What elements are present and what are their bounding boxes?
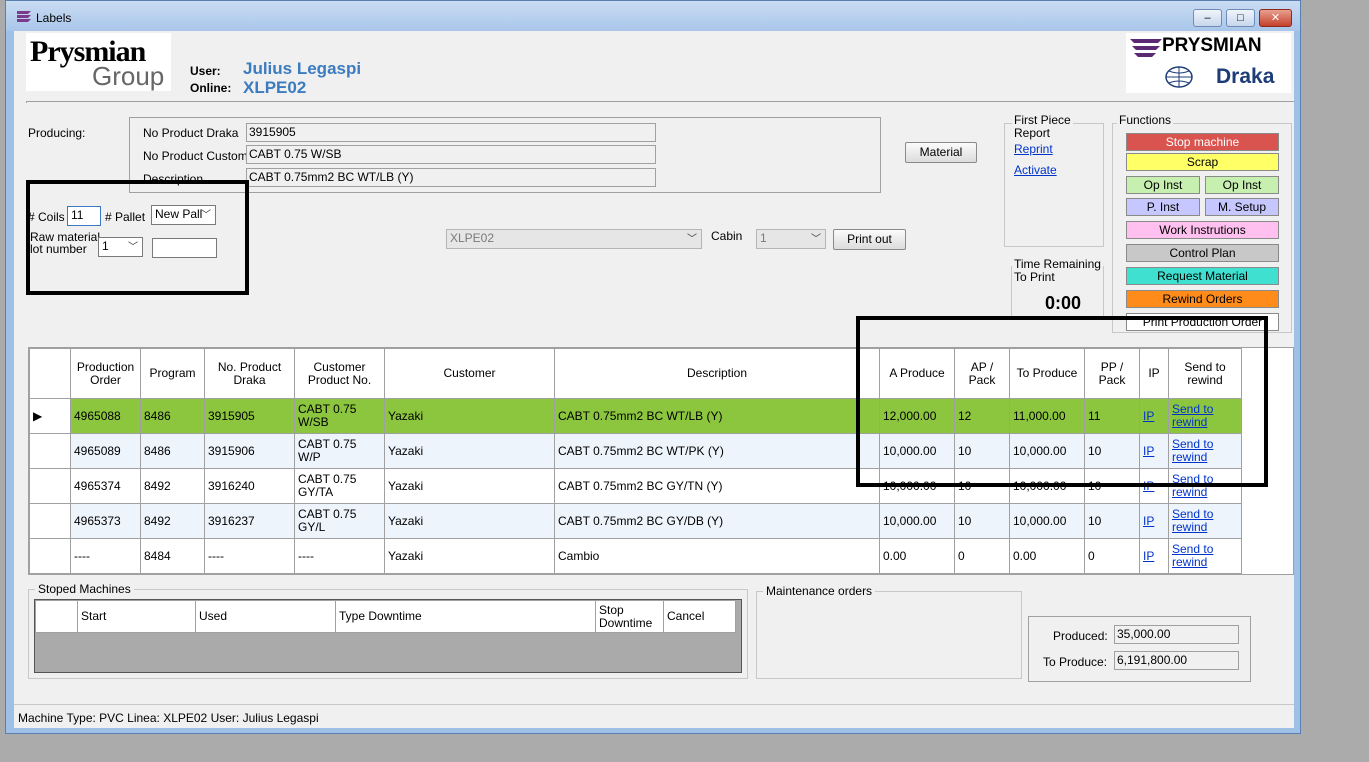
m-setup-button[interactable]: M. Setup bbox=[1205, 198, 1279, 216]
chevron-down-icon: ﹀ bbox=[811, 234, 821, 245]
online-label: Online: bbox=[190, 81, 232, 95]
cabin-label: Cabin bbox=[711, 229, 743, 243]
title-bar[interactable]: Labels – □ ✕ bbox=[6, 1, 1300, 31]
no-product-customer-label: No Product Customer bbox=[143, 149, 259, 163]
window-title: Labels bbox=[36, 11, 72, 25]
control-plan-button[interactable]: Control Plan bbox=[1126, 244, 1279, 262]
chevron-down-icon: ﹀ bbox=[687, 234, 697, 245]
minimize-button[interactable]: – bbox=[1193, 9, 1222, 27]
print-out-button[interactable]: Print out bbox=[833, 229, 906, 250]
prysmian-stripes-icon bbox=[1130, 39, 1162, 57]
cabin-select[interactable]: 1 ﹀ bbox=[756, 229, 826, 249]
table-row[interactable]: ---- 8484 ---- ---- Yazaki Cambio 0.00 0… bbox=[29, 538, 1242, 574]
scrap-button[interactable]: Scrap bbox=[1126, 153, 1279, 171]
highlight-box-quantities bbox=[856, 316, 1268, 487]
col-customer[interactable]: Customer bbox=[384, 348, 555, 399]
status-text: Machine Type: PVC Linea: XLPE02 User: Ju… bbox=[18, 711, 319, 725]
col-cancel[interactable]: Cancel bbox=[663, 600, 736, 633]
col-start[interactable]: Start bbox=[77, 600, 196, 633]
reprint-link[interactable]: Reprint bbox=[1014, 142, 1053, 156]
row-indicator bbox=[29, 433, 71, 469]
maintenance-orders-title: Maintenance orders bbox=[763, 584, 876, 598]
op-inst-button-2[interactable]: Op Inst bbox=[1205, 176, 1279, 194]
time-remaining-value: 0:00 bbox=[1045, 293, 1082, 313]
row-indicator bbox=[29, 503, 71, 539]
material-button[interactable]: Material bbox=[905, 142, 977, 163]
row-indicator bbox=[29, 468, 71, 504]
stop-machine-button[interactable]: Stop machine bbox=[1126, 133, 1279, 151]
row-pointer-icon: ▶ bbox=[33, 408, 43, 423]
activate-link[interactable]: Activate bbox=[1014, 163, 1057, 177]
to-produce-field: 6,191,800.00 bbox=[1114, 651, 1239, 670]
col-no-product-draka[interactable]: No. Product Draka bbox=[204, 348, 295, 399]
col-program[interactable]: Program bbox=[140, 348, 205, 399]
labels-window: Labels – □ ✕ Prysmian Group User: Julius… bbox=[5, 0, 1301, 734]
globe-icon bbox=[1165, 66, 1193, 88]
p-inst-button[interactable]: P. Inst bbox=[1126, 198, 1200, 216]
user-label: User: bbox=[190, 64, 221, 78]
col-description[interactable]: Description bbox=[554, 348, 880, 399]
no-product-customer-field: CABT 0.75 W/SB bbox=[246, 145, 656, 164]
prysmian-group-logo: Prysmian Group bbox=[26, 33, 171, 91]
status-bar: Machine Type: PVC Linea: XLPE02 User: Ju… bbox=[14, 704, 1294, 728]
time-remaining-title: Time Remaining To Print bbox=[1012, 257, 1103, 284]
table-header: Start Used Type Downtime Stop Downtime C… bbox=[35, 600, 736, 633]
description-field: CABT 0.75mm2 BC WT/LB (Y) bbox=[246, 168, 656, 187]
row-indicator-header bbox=[29, 348, 71, 399]
send-to-rewind-link[interactable]: Send to rewind bbox=[1172, 507, 1213, 534]
col-customer-product-no[interactable]: Customer Product No. bbox=[294, 348, 385, 399]
user-value: Julius Legaspi bbox=[243, 59, 362, 78]
maximize-button[interactable]: □ bbox=[1226, 9, 1255, 27]
printer-select[interactable]: XLPE02 ﹀ bbox=[446, 229, 702, 249]
app-icon bbox=[17, 11, 31, 22]
row-indicator bbox=[29, 538, 71, 574]
ip-link[interactable]: IP bbox=[1143, 549, 1154, 563]
close-button[interactable]: ✕ bbox=[1259, 9, 1292, 27]
op-inst-button-1[interactable]: Op Inst bbox=[1126, 176, 1200, 194]
header-divider bbox=[26, 101, 1294, 103]
no-product-draka-label: No Product Draka bbox=[143, 126, 239, 140]
rewind-orders-button[interactable]: Rewind Orders bbox=[1126, 290, 1279, 308]
prysmian-draka-logo: PRYSMIAN Draka bbox=[1126, 33, 1291, 93]
col-production-order[interactable]: Production Order bbox=[70, 348, 141, 399]
col-type-downtime[interactable]: Type Downtime bbox=[335, 600, 596, 633]
first-piece-title: First Piece Report bbox=[1012, 113, 1073, 140]
online-value: XLPE02 bbox=[243, 78, 307, 97]
highlight-box-coils bbox=[26, 180, 249, 295]
maintenance-orders-panel: Maintenance orders bbox=[756, 584, 1022, 679]
to-produce-label: To Produce: bbox=[1043, 655, 1108, 669]
producing-label: Producing: bbox=[28, 126, 86, 140]
ip-link[interactable]: IP bbox=[1143, 514, 1154, 528]
stoped-machines-title: Stoped Machines bbox=[35, 582, 134, 596]
client-area: Prysmian Group User: Julius Legaspi Onli… bbox=[14, 31, 1294, 728]
produced-label: Produced: bbox=[1053, 629, 1108, 643]
table-row[interactable]: 4965373 8492 3916237 CABT 0.75 GY/L Yaza… bbox=[29, 503, 1242, 539]
no-product-draka-field: 3915905 bbox=[246, 123, 656, 142]
send-to-rewind-link[interactable]: Send to rewind bbox=[1172, 542, 1213, 569]
row-indicator: ▶ bbox=[29, 398, 71, 434]
produced-field: 35,000.00 bbox=[1114, 625, 1239, 644]
stoped-machines-table: Start Used Type Downtime Stop Downtime C… bbox=[35, 600, 736, 633]
col-stop-downtime[interactable]: Stop Downtime bbox=[595, 600, 664, 633]
functions-title: Functions bbox=[1117, 113, 1174, 127]
request-material-button[interactable]: Request Material bbox=[1126, 267, 1279, 285]
work-instructions-button[interactable]: Work Instrutions bbox=[1126, 221, 1279, 239]
stoped-machines-grid[interactable]: Start Used Type Downtime Stop Downtime C… bbox=[34, 599, 742, 673]
col-used[interactable]: Used bbox=[195, 600, 336, 633]
